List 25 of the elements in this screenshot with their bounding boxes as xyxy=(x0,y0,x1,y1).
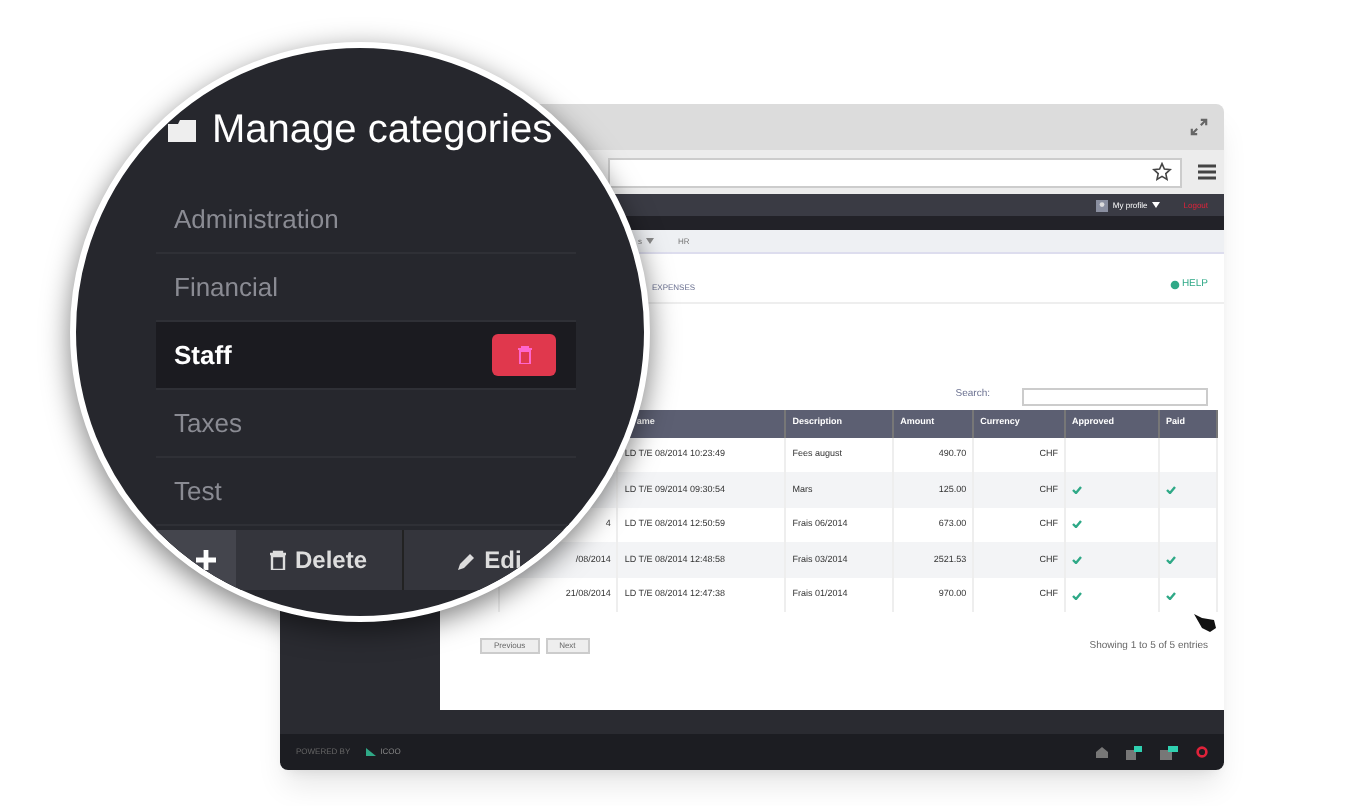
caret-icon xyxy=(1151,202,1160,208)
panel-title: Manage categories xyxy=(212,106,553,156)
menu-icon[interactable] xyxy=(1198,164,1216,180)
edit-button[interactable]: Edi xyxy=(404,530,576,590)
trash-icon xyxy=(517,346,531,364)
home-icon[interactable] xyxy=(1096,746,1108,758)
pencil-icon xyxy=(458,551,477,569)
category-item[interactable]: Administration xyxy=(156,186,576,254)
expand-icon[interactable] xyxy=(1190,118,1208,136)
category-item[interactable]: Staff xyxy=(156,322,576,390)
trash-icon xyxy=(270,550,287,570)
logo-icon xyxy=(366,748,377,756)
notification-icon[interactable] xyxy=(1126,745,1142,759)
star-icon[interactable] xyxy=(1152,162,1172,182)
message-icon[interactable] xyxy=(1160,745,1178,759)
plus-icon xyxy=(196,550,216,570)
delete-button[interactable]: Delete xyxy=(236,530,404,590)
category-item[interactable]: Test xyxy=(156,458,576,526)
category-item[interactable]: Taxes xyxy=(156,390,576,458)
add-button[interactable] xyxy=(156,530,236,590)
avatar-icon xyxy=(1096,199,1109,211)
power-icon[interactable] xyxy=(1196,746,1208,758)
help-icon xyxy=(1169,280,1180,291)
search-field[interactable] xyxy=(1022,387,1208,405)
folder-icon xyxy=(168,118,196,142)
